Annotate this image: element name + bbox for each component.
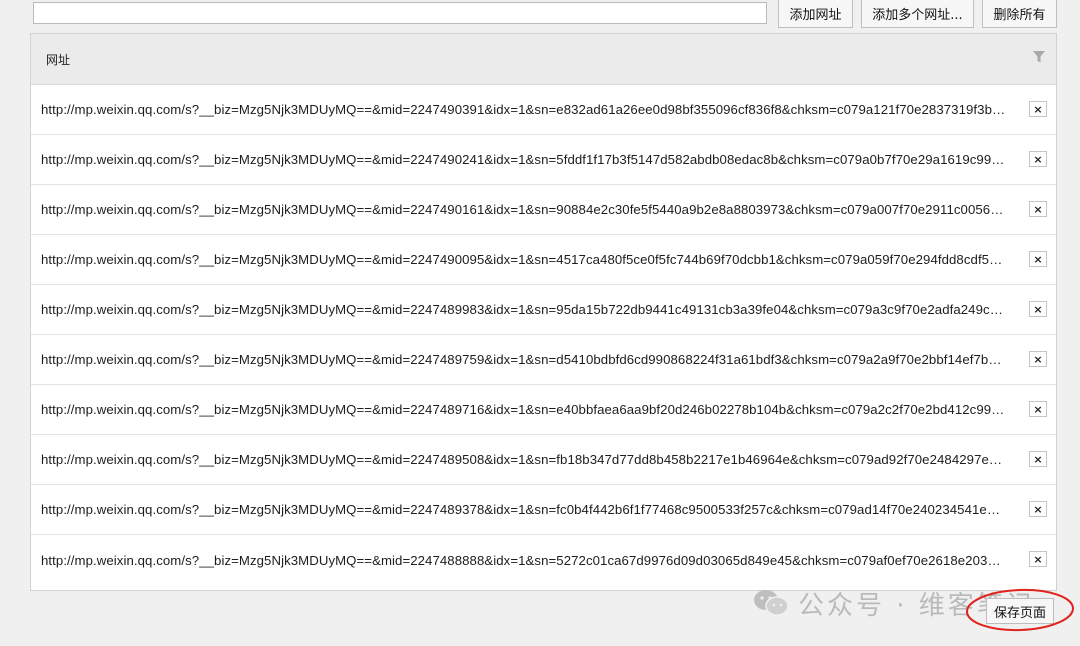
remove-row-close-icon[interactable]: × [1029, 351, 1047, 367]
url-table: 网址 http://mp.weixin.qq.com/s?__biz=Mzg5N… [30, 33, 1057, 591]
table-row[interactable]: http://mp.weixin.qq.com/s?__biz=Mzg5Njk3… [31, 235, 1056, 285]
url-text: http://mp.weixin.qq.com/s?__biz=Mzg5Njk3… [41, 352, 1006, 367]
remove-row-close-icon[interactable]: × [1029, 101, 1047, 117]
add-multiple-urls-button[interactable]: 添加多个网址... [861, 0, 974, 28]
remove-row-close-icon[interactable]: × [1029, 451, 1047, 467]
remove-row-close-icon[interactable]: × [1029, 201, 1047, 217]
column-header-url: 网址 [46, 52, 71, 67]
delete-all-button[interactable]: 删除所有 [982, 0, 1057, 28]
wechat-icon [754, 590, 789, 616]
table-row[interactable]: http://mp.weixin.qq.com/s?__biz=Mzg5Njk3… [31, 135, 1056, 185]
table-row[interactable]: http://mp.weixin.qq.com/s?__biz=Mzg5Njk3… [31, 285, 1056, 335]
table-row[interactable]: http://mp.weixin.qq.com/s?__biz=Mzg5Njk3… [31, 435, 1056, 485]
url-input[interactable] [33, 2, 767, 24]
url-text: http://mp.weixin.qq.com/s?__biz=Mzg5Njk3… [41, 452, 1006, 467]
url-text: http://mp.weixin.qq.com/s?__biz=Mzg5Njk3… [41, 102, 1006, 117]
table-row[interactable]: http://mp.weixin.qq.com/s?__biz=Mzg5Njk3… [31, 535, 1056, 585]
url-text: http://mp.weixin.qq.com/s?__biz=Mzg5Njk3… [41, 252, 1006, 267]
filter-icon[interactable] [1032, 50, 1046, 64]
table-row[interactable]: http://mp.weixin.qq.com/s?__biz=Mzg5Njk3… [31, 85, 1056, 135]
url-text: http://mp.weixin.qq.com/s?__biz=Mzg5Njk3… [41, 402, 1006, 417]
remove-row-close-icon[interactable]: × [1029, 551, 1047, 567]
table-row[interactable]: http://mp.weixin.qq.com/s?__biz=Mzg5Njk3… [31, 485, 1056, 535]
url-text: http://mp.weixin.qq.com/s?__biz=Mzg5Njk3… [41, 302, 1006, 317]
save-page-button[interactable]: 保存页面 [986, 598, 1054, 624]
remove-row-close-icon[interactable]: × [1029, 401, 1047, 417]
remove-row-close-icon[interactable]: × [1029, 301, 1047, 317]
url-text: http://mp.weixin.qq.com/s?__biz=Mzg5Njk3… [41, 502, 1006, 517]
table-row[interactable]: http://mp.weixin.qq.com/s?__biz=Mzg5Njk3… [31, 185, 1056, 235]
url-text: http://mp.weixin.qq.com/s?__biz=Mzg5Njk3… [41, 202, 1006, 217]
table-body: http://mp.weixin.qq.com/s?__biz=Mzg5Njk3… [31, 85, 1056, 585]
url-text: http://mp.weixin.qq.com/s?__biz=Mzg5Njk3… [41, 152, 1006, 167]
table-row[interactable]: http://mp.weixin.qq.com/s?__biz=Mzg5Njk3… [31, 385, 1056, 435]
table-header: 网址 [31, 34, 1056, 85]
remove-row-close-icon[interactable]: × [1029, 501, 1047, 517]
add-url-button[interactable]: 添加网址 [778, 0, 853, 28]
table-row[interactable]: http://mp.weixin.qq.com/s?__biz=Mzg5Njk3… [31, 335, 1056, 385]
url-text: http://mp.weixin.qq.com/s?__biz=Mzg5Njk3… [41, 552, 1006, 568]
remove-row-close-icon[interactable]: × [1029, 151, 1047, 167]
remove-row-close-icon[interactable]: × [1029, 251, 1047, 267]
